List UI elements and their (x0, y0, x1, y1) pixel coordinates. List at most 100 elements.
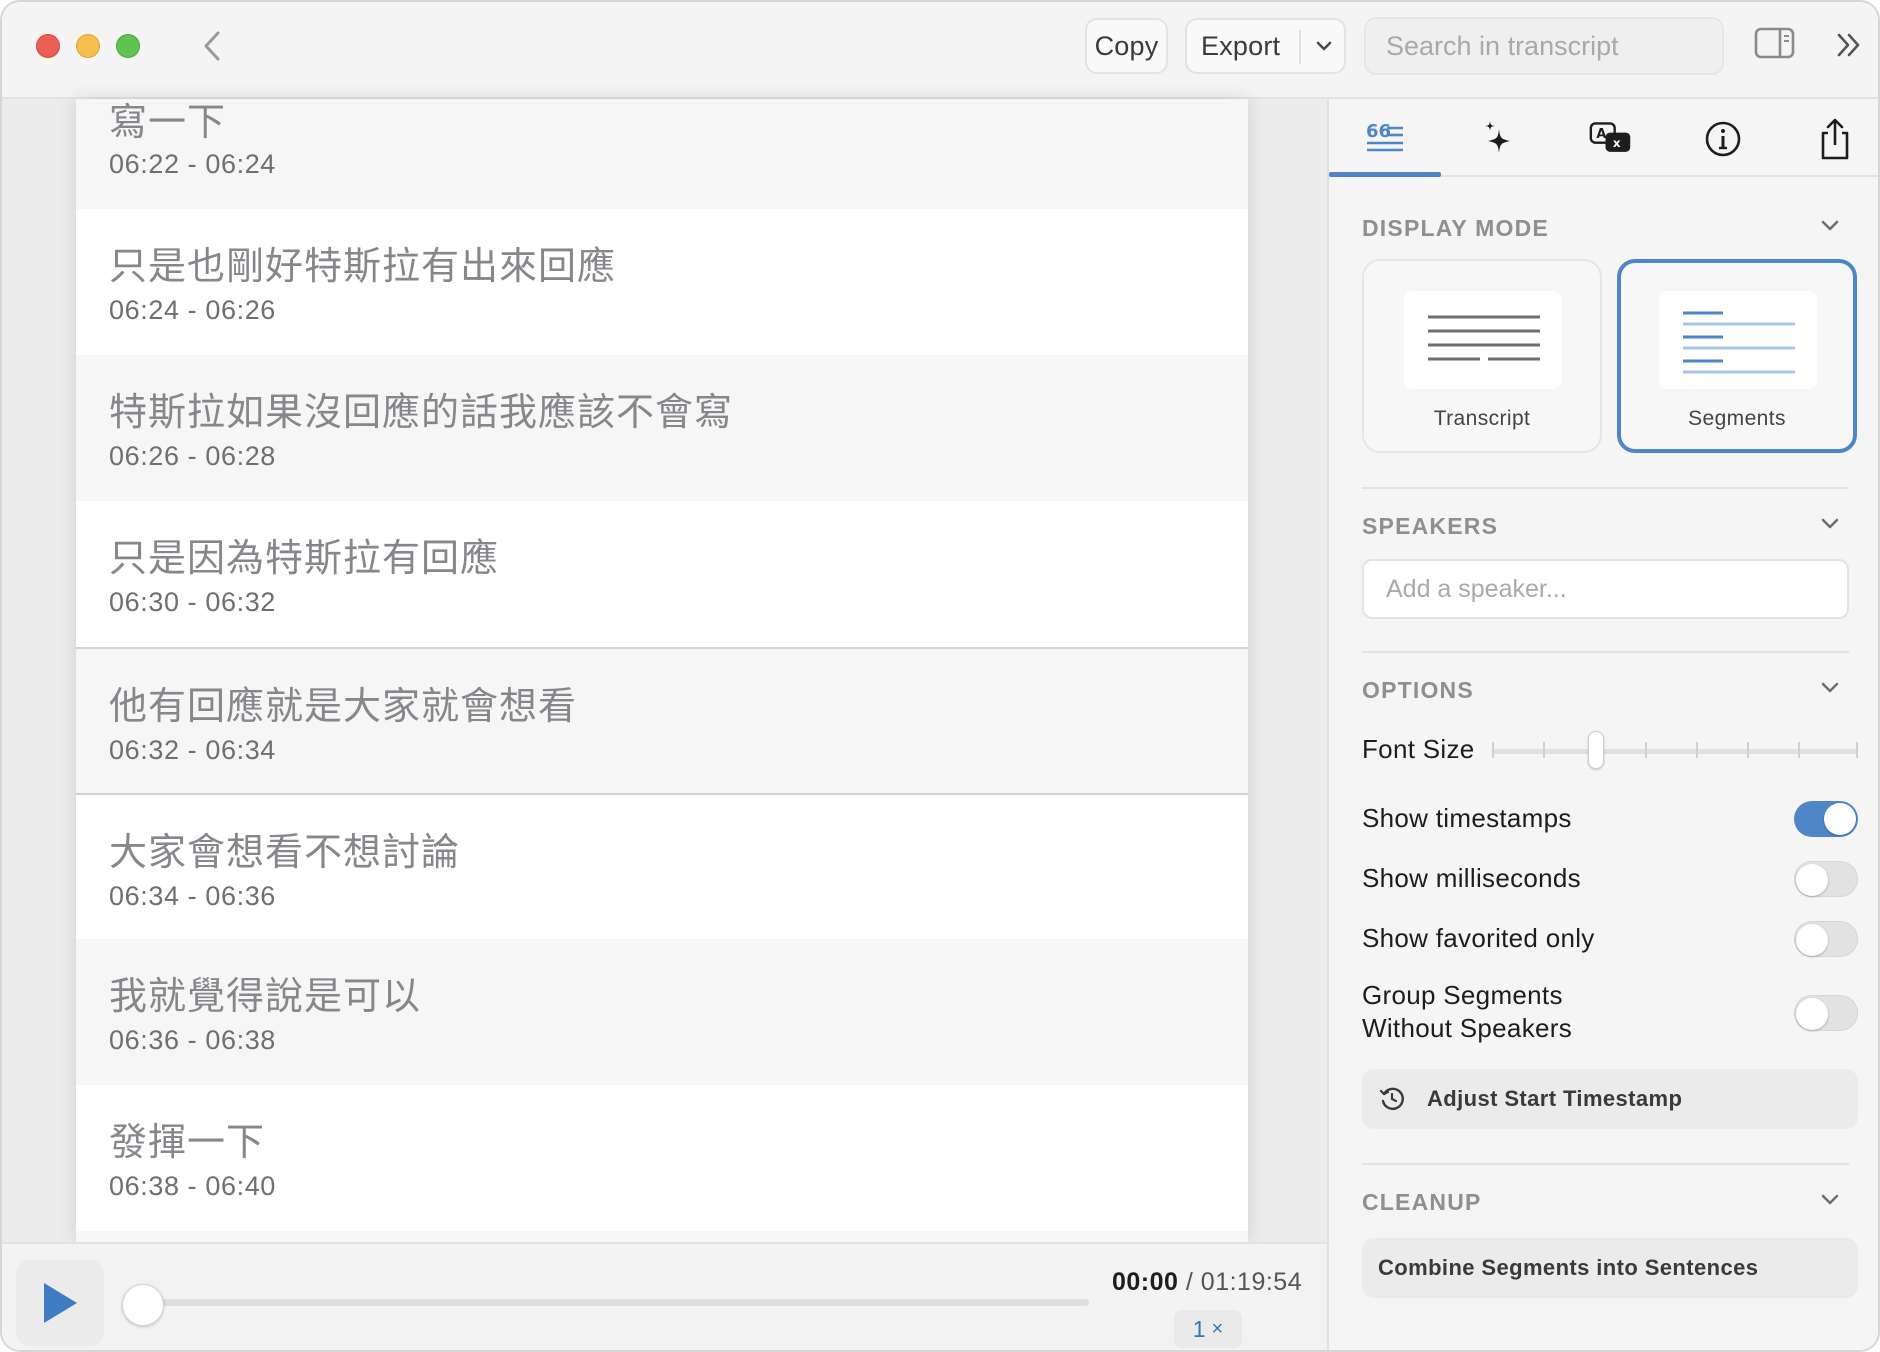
toggle-knob (1796, 998, 1828, 1030)
adjust-start-timestamp-button[interactable]: Adjust Start Timestamp (1362, 1069, 1858, 1129)
segment-text: 我就覺得說是可以 (109, 974, 422, 1018)
chevron-down-icon[interactable] (1819, 215, 1841, 237)
time-separator: / (1178, 1268, 1201, 1296)
inspector-sidebar: 66 A x DISPLAY MODE Transcript Segments … (1329, 99, 1878, 1350)
slider-tick (1543, 742, 1545, 758)
font-size-slider-knob[interactable] (1588, 731, 1604, 769)
active-tab-indicator (1329, 172, 1441, 177)
toggle-knob (1824, 803, 1856, 835)
segment-time: 06:32 - 06:34 (109, 735, 276, 765)
back-button[interactable] (194, 24, 230, 68)
transcript-area: 寫一下 06:22 - 06:24 只是也剛好特斯拉有出來回應 06:24 - … (2, 99, 1329, 1242)
copy-button-label: Copy (1094, 30, 1159, 61)
segment-time: 06:22 - 06:24 (109, 149, 276, 179)
mode-label-segments: Segments (1688, 407, 1786, 430)
tab-share[interactable] (1813, 117, 1857, 161)
display-mode-segments-card[interactable]: Segments (1617, 259, 1857, 453)
progress-knob[interactable] (122, 1284, 164, 1326)
title-bar: Copy Export Search in transcript (2, 2, 1878, 99)
chevron-down-icon[interactable] (1315, 36, 1333, 56)
options-title: OPTIONS (1362, 677, 1474, 703)
segment-time: 06:34 - 06:36 (109, 881, 276, 911)
segment-time: 06:38 - 06:40 (109, 1171, 276, 1201)
segment-time: 06:30 - 06:32 (109, 587, 276, 617)
copy-button[interactable]: Copy (1085, 18, 1168, 74)
translate-icon: A x (1589, 122, 1631, 152)
segments-preview (1659, 291, 1817, 389)
minimize-window-button[interactable] (76, 34, 100, 58)
group-segments-label: Group Segments Without Speakers (1362, 979, 1572, 1045)
share-icon (1821, 118, 1849, 160)
time-display: 00:00 / 01:19:54 (1112, 1268, 1302, 1297)
segment-list: 寫一下 06:22 - 06:24 只是也剛好特斯拉有出來回應 06:24 - … (76, 99, 1248, 1242)
group-segments-label-line2: Without Speakers (1362, 1013, 1573, 1043)
group-segments-toggle[interactable] (1794, 995, 1858, 1031)
segment-item[interactable]: 寫一下 06:22 - 06:24 (76, 99, 1248, 209)
add-speaker-input[interactable]: Add a speaker... (1362, 559, 1849, 619)
display-mode-transcript-card[interactable]: Transcript (1362, 259, 1602, 453)
chevron-down-icon[interactable] (1819, 1189, 1841, 1211)
show-timestamps-toggle[interactable] (1794, 801, 1858, 837)
slider-tick (1645, 742, 1647, 758)
segment-text: 特斯拉如果沒回應的話我應該不會寫 (109, 390, 734, 434)
segment-item[interactable]: 我就覺得說是可以 06:36 - 06:38 (76, 939, 1248, 1085)
chevron-down-icon[interactable] (1819, 513, 1841, 535)
section-divider (1362, 1163, 1849, 1165)
add-speaker-placeholder: Add a speaker... (1386, 574, 1567, 603)
show-milliseconds-toggle[interactable] (1794, 861, 1858, 897)
show-favorited-toggle[interactable] (1794, 921, 1858, 957)
transcript-lines-icon (1428, 315, 1540, 361)
sidebar-toggle-icon[interactable] (1754, 26, 1796, 62)
slider-tick (1492, 742, 1494, 758)
zoom-window-button[interactable] (116, 34, 140, 58)
slider-tick (1798, 742, 1800, 758)
export-divider (1299, 30, 1301, 64)
svg-text:66: 66 (1366, 122, 1391, 142)
transcript-view-icon: 66 (1366, 122, 1403, 152)
search-placeholder: Search in transcript (1386, 30, 1619, 61)
play-button[interactable] (16, 1260, 104, 1346)
audio-player: 00:00 / 01:19:54 1 × (2, 1242, 1329, 1350)
segment-time: 06:26 - 06:28 (109, 441, 276, 471)
segment-item[interactable]: 發揮一下 06:38 - 06:40 (76, 1085, 1248, 1231)
cleanup-title: CLEANUP (1362, 1189, 1482, 1215)
mode-label-transcript: Transcript (1433, 407, 1531, 430)
group-segments-label-line1: Group Segments (1362, 980, 1563, 1010)
slider-tick (1747, 742, 1749, 758)
combine-segments-label: Combine Segments into Sentences (1378, 1255, 1759, 1280)
slider-tick (1696, 742, 1698, 758)
font-size-slider[interactable] (1492, 749, 1858, 754)
segment-item[interactable]: 特斯拉如果沒回應的話我應該不會寫 06:26 - 06:28 (76, 355, 1248, 501)
speed-suffix: × (1211, 1317, 1224, 1340)
tab-translate[interactable]: A x (1589, 117, 1633, 161)
export-button[interactable]: Export (1185, 18, 1346, 74)
adjust-start-timestamp-label: Adjust Start Timestamp (1427, 1086, 1683, 1111)
search-input[interactable]: Search in transcript (1364, 17, 1724, 75)
segment-item[interactable]: 他有回應就是大家就會想看 06:32 - 06:34 (76, 647, 1248, 793)
svg-text:A: A (1596, 127, 1606, 142)
segment-text: 只是因為特斯拉有回應 (109, 536, 500, 580)
transcript-preview (1404, 291, 1562, 389)
show-timestamps-label: Show timestamps (1362, 803, 1572, 833)
segments-lines-icon (1683, 311, 1795, 374)
sidebar-tabs: 66 A x (1329, 99, 1878, 177)
progress-track[interactable] (126, 1299, 1089, 1306)
segment-item[interactable]: 只是因為特斯拉有回應 06:30 - 06:32 (76, 501, 1248, 647)
close-window-button[interactable] (36, 34, 60, 58)
double-chevron-right-icon[interactable] (1834, 30, 1864, 60)
segment-item[interactable]: 大家會想看不想討論 06:34 - 06:36 (76, 793, 1248, 939)
show-favorited-label: Show favorited only (1362, 923, 1595, 953)
segment-text: 大家會想看不想討論 (109, 830, 461, 874)
tab-transcript-view[interactable]: 66 (1363, 117, 1407, 161)
tab-info[interactable] (1701, 117, 1745, 161)
total-time: 01:19:54 (1200, 1268, 1303, 1296)
tab-ai[interactable] (1477, 117, 1521, 161)
speakers-title: SPEAKERS (1362, 513, 1499, 539)
sparkle-icon (1485, 121, 1510, 153)
current-time: 00:00 (1112, 1268, 1179, 1296)
playback-speed-button[interactable]: 1 × (1174, 1310, 1242, 1348)
chevron-down-icon[interactable] (1819, 677, 1841, 699)
segment-item[interactable]: 只是也剛好特斯拉有出來回應 06:24 - 06:26 (76, 209, 1248, 355)
combine-segments-button[interactable]: Combine Segments into Sentences (1362, 1238, 1858, 1298)
slider-tick (1856, 742, 1858, 758)
